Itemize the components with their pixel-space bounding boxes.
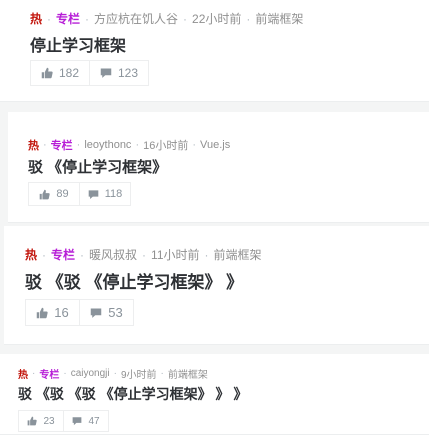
column-tag[interactable]: 专栏 (51, 137, 73, 153)
article-actions: 16 53 (25, 299, 134, 326)
article-actions: 182 123 (30, 60, 149, 86)
thumbs-up-icon (27, 416, 38, 426)
thumbs-up-icon (36, 307, 48, 319)
like-count: 23 (43, 415, 55, 427)
thumbs-up-icon (39, 189, 51, 200)
category-tag[interactable]: 前端框架 (255, 10, 303, 27)
author-name[interactable]: leoythonc (84, 139, 131, 151)
meta-separator: · (80, 247, 85, 262)
article-card[interactable]: 热 · 专栏 · 暖风叔叔 · 11小时前 · 前端框架 驳 《驳 《停止学习框… (4, 226, 429, 345)
like-count: 182 (58, 66, 80, 80)
article-meta: 热 · 专栏 · 方应杭在饥人谷 · 22小时前 · 前端框架 (30, 10, 303, 27)
meta-separator: · (32, 368, 36, 379)
meta-separator: · (246, 11, 251, 26)
article-meta: 热 · 专栏 · caiyongji · 9小时前 · 前端框架 (18, 366, 208, 381)
like-button[interactable]: 89 (28, 182, 80, 206)
publish-time: 16小时前 (143, 140, 189, 152)
category-tag[interactable]: 前端框架 (214, 246, 262, 263)
meta-separator: · (160, 368, 164, 379)
hot-tag: 热 (28, 140, 39, 152)
meta-separator: · (204, 247, 209, 262)
comment-icon (88, 189, 99, 200)
article-meta: 热 · 专栏 · leoythonc · 16小时前 · Vue.js (28, 137, 230, 153)
column-tag[interactable]: 专栏 (39, 366, 59, 381)
article-meta: 热 · 专栏 · 暖风叔叔 · 11小时前 · 前端框架 (25, 246, 262, 263)
article-title[interactable]: 驳 《停止学习框架》 (28, 156, 167, 177)
like-count: 16 (54, 305, 69, 320)
comment-icon (100, 67, 112, 79)
like-count: 89 (56, 188, 69, 200)
comment-button[interactable]: 53 (79, 299, 134, 326)
comment-icon (90, 307, 102, 319)
author-name[interactable]: 方应杭在饥人谷 (94, 10, 178, 27)
hot-tag: 热 (30, 12, 43, 26)
meta-separator: · (113, 368, 117, 379)
thumbs-up-icon (41, 67, 53, 79)
meta-separator: · (42, 247, 47, 262)
article-card[interactable]: 热 · 专栏 · 方应杭在饥人谷 · 22小时前 · 前端框架 停止学习框架 1… (0, 0, 429, 102)
comment-count: 53 (108, 305, 123, 320)
meta-separator: · (142, 247, 147, 262)
article-title[interactable]: 驳 《驳 《驳 《停止学习框架》 》 》 (18, 384, 247, 404)
meta-separator: · (183, 11, 188, 26)
author-name[interactable]: 暖风叔叔 (89, 246, 137, 263)
category-tag[interactable]: Vue.js (200, 139, 230, 151)
comment-button[interactable]: 118 (79, 182, 131, 206)
article-feed: 热 · 专栏 · 方应杭在饥人谷 · 22小时前 · 前端框架 停止学习框架 1… (0, 0, 429, 435)
publish-time: 22小时前 (192, 12, 242, 26)
meta-separator: · (63, 368, 67, 379)
meta-separator: · (192, 139, 197, 151)
meta-separator: · (85, 11, 90, 26)
meta-separator: · (135, 139, 140, 151)
comment-icon (72, 416, 82, 426)
column-tag[interactable]: 专栏 (51, 246, 75, 263)
hot-tag: 热 (18, 370, 28, 381)
comment-count: 118 (104, 188, 123, 200)
article-card[interactable]: 热 · 专栏 · leoythonc · 16小时前 · Vue.js 驳 《停… (8, 112, 429, 223)
category-tag[interactable]: 前端框架 (168, 366, 208, 381)
meta-separator: · (76, 139, 81, 151)
comment-button[interactable]: 123 (89, 60, 149, 86)
meta-separator: · (47, 11, 52, 26)
column-tag[interactable]: 专栏 (56, 10, 80, 27)
article-card[interactable]: 热 · 专栏 · caiyongji · 9小时前 · 前端框架 驳 《驳 《驳… (0, 354, 429, 435)
article-title[interactable]: 停止学习框架 (30, 32, 126, 56)
meta-separator: · (43, 139, 47, 151)
article-title[interactable]: 驳 《驳 《停止学习框架》 》 (25, 268, 243, 293)
comment-count: 47 (88, 415, 100, 427)
like-button[interactable]: 182 (30, 60, 90, 86)
publish-time: 11小时前 (151, 248, 200, 262)
publish-time: 9小时前 (120, 370, 157, 381)
hot-tag: 热 (25, 248, 38, 262)
like-button[interactable]: 16 (25, 299, 80, 326)
comment-count: 123 (117, 66, 139, 80)
article-actions: 89 118 (28, 182, 131, 206)
author-name[interactable]: caiyongji (71, 368, 110, 379)
